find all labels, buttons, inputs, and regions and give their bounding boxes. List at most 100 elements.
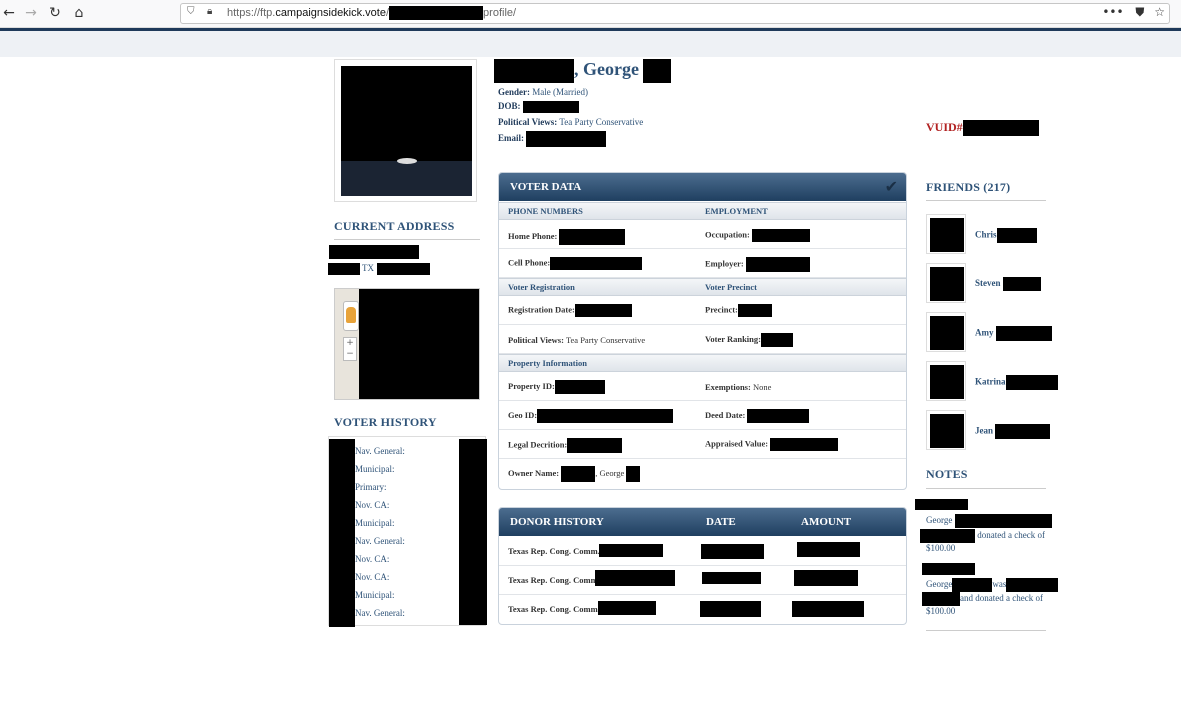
redacted-value — [737, 304, 772, 317]
redacted-last-name — [995, 326, 1052, 341]
table-row: Political Views: Tea Party Conservative … — [499, 325, 906, 354]
redacted-value — [752, 229, 810, 242]
friend-name[interactable]: Jean — [975, 424, 1051, 439]
friends-title[interactable]: FRIENDS (217) — [926, 180, 1010, 195]
redacted-value — [922, 592, 960, 606]
note-name: George — [926, 515, 953, 526]
friend-item[interactable]: Steven — [926, 263, 1046, 303]
reload-icon[interactable]: ↻ — [46, 4, 64, 22]
donor-history-panel: DONOR HISTORY DATE AMOUNT Texas Rep. Con… — [498, 507, 907, 625]
friend-item[interactable]: Katrina — [926, 361, 1058, 401]
friend-item[interactable]: Chris — [926, 214, 1046, 254]
table-row: Property ID: Exemptions: None — [499, 372, 906, 401]
geo-id-label: Geo ID: — [508, 409, 538, 420]
avatar[interactable] — [926, 214, 966, 254]
property-id-label: Property ID: — [508, 380, 555, 391]
redacted-value — [747, 409, 810, 423]
phone-employment-subheader: PHONE NUMBERS EMPLOYMENT — [499, 202, 906, 220]
redacted-amount — [794, 570, 858, 586]
zoom-out-icon[interactable]: − — [346, 349, 354, 359]
political-views-label: Political Views: — [508, 335, 564, 345]
star-icon[interactable]: ☆ — [1154, 5, 1165, 19]
friend-name[interactable]: Chris — [975, 228, 1037, 243]
redacted-date — [702, 572, 761, 584]
redacted-value — [954, 514, 1052, 528]
pocket-icon[interactable]: ⛊ — [1135, 5, 1144, 19]
zoom-in-icon[interactable]: + — [346, 338, 354, 348]
friend-item[interactable]: Amy — [926, 312, 1052, 352]
political-views-value: Tea Party Conservative — [565, 335, 646, 345]
friend-item[interactable]: Jean — [926, 410, 1051, 450]
table-row: Registration Date: Precinct: — [499, 296, 906, 325]
note-line: and donated a check of — [922, 592, 1043, 606]
divider — [926, 488, 1046, 489]
avatar[interactable] — [926, 410, 966, 450]
back-icon[interactable]: ← — [0, 4, 18, 22]
registration-date-label: Registration Date: — [508, 304, 575, 315]
redacted-value — [598, 601, 656, 615]
redacted-avatar — [930, 365, 964, 399]
url-prefix: https://ftp. — [227, 6, 276, 19]
list-item: Municipal: — [355, 464, 395, 474]
shield-icon: ⛉ — [187, 6, 195, 17]
deed-date-label: Deed Date: — [705, 409, 746, 420]
table-row: Texas Rep. Cong. Comm. — [499, 566, 906, 595]
redacted-date — [700, 601, 761, 617]
page-actions-icon[interactable]: ••• — [1102, 5, 1123, 19]
photo-collar — [397, 158, 417, 164]
friend-name[interactable]: Katrina — [975, 375, 1058, 390]
table-row: Texas Rep. Cong. Comm. — [499, 537, 906, 566]
redacted-value — [952, 578, 993, 592]
avatar[interactable] — [926, 263, 966, 303]
registration-subheader: Voter Registration Voter Precinct — [499, 278, 906, 296]
voter-history-title: VOTER HISTORY — [334, 415, 437, 429]
list-item: Municipal: — [355, 518, 395, 528]
owner-name-label: Owner Name: — [508, 467, 560, 478]
exemptions-value: None — [752, 382, 772, 392]
property-id-field: Property ID: — [508, 380, 605, 394]
voter-ranking-field: Voter Ranking: — [705, 333, 793, 347]
note-amount: $100.00 — [926, 606, 956, 616]
list-item: Primary: — [355, 482, 387, 492]
exemptions-label: Exemptions: — [705, 382, 751, 392]
redacted-history-values — [459, 439, 487, 625]
property-information-header: Property Information — [508, 358, 587, 368]
zoom-control[interactable]: + − — [343, 337, 357, 361]
address-map[interactable]: + − — [334, 288, 480, 400]
redacted-suffix — [643, 59, 672, 83]
redacted-url-segment — [389, 6, 484, 20]
note-name: George — [926, 579, 953, 590]
redacted-value — [567, 438, 623, 453]
forward-icon[interactable]: → — [22, 4, 40, 22]
redacted-value — [920, 529, 975, 543]
redacted-history-dates — [329, 439, 355, 627]
divider — [926, 630, 1046, 631]
precinct-label: Precinct: — [705, 304, 738, 315]
pegman-icon[interactable] — [346, 307, 356, 323]
redacted-email — [526, 131, 607, 147]
home-icon[interactable]: ⌂ — [70, 4, 88, 22]
url-text[interactable]: https://ftp.campaignsidekick.vote/profil… — [227, 6, 516, 20]
note-text: and donated a check of — [960, 593, 1043, 604]
url-domain: campaignsidekick.vote — [275, 6, 386, 19]
redacted-map — [359, 289, 479, 399]
redacted-value — [626, 466, 641, 482]
friend-first-name: Katrina — [975, 376, 1006, 387]
appraised-value-label: Appraised Value: — [705, 438, 769, 449]
employer-field: Employer: — [705, 257, 810, 272]
geo-id-field: Geo ID: — [508, 409, 674, 423]
avatar[interactable] — [926, 312, 966, 352]
donor-committee: Texas Rep. Cong. Comm. — [508, 604, 600, 614]
employment-header: EMPLOYMENT — [705, 206, 768, 216]
voter-data-header: VOTER DATA ✔ — [499, 173, 906, 201]
divider — [334, 239, 480, 240]
redacted-vuid — [962, 120, 1039, 137]
redacted-avatar — [930, 218, 964, 252]
url-bar[interactable]: ⛉ 🔒︎ https://ftp.campaignsidekick.vote/p… — [180, 3, 1170, 24]
redacted-value — [1006, 578, 1059, 592]
friend-name[interactable]: Steven — [975, 277, 1041, 291]
friend-name[interactable]: Amy — [975, 326, 1052, 341]
avatar[interactable] — [926, 361, 966, 401]
donor-committee: Texas Rep. Cong. Comm. — [508, 546, 600, 556]
table-row: Cell Phone: Employer: — [499, 249, 906, 278]
